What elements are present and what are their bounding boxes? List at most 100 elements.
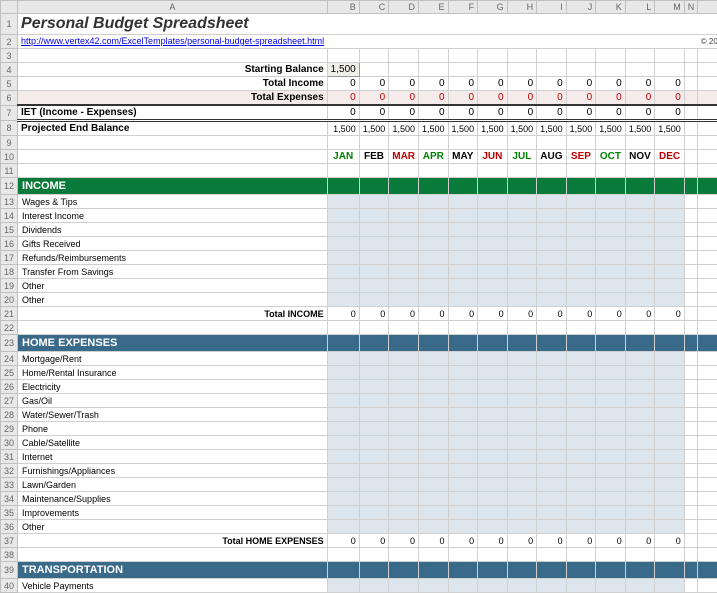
data-cell[interactable] — [448, 265, 478, 279]
data-cell[interactable] — [478, 506, 508, 520]
data-cell[interactable] — [359, 520, 389, 534]
data-cell[interactable] — [448, 223, 478, 237]
data-cell[interactable] — [566, 265, 596, 279]
data-cell[interactable] — [327, 464, 359, 478]
data-cell[interactable] — [655, 279, 685, 293]
data-cell[interactable] — [389, 450, 419, 464]
data-cell[interactable] — [448, 352, 478, 366]
data-cell[interactable] — [507, 380, 537, 394]
data-cell[interactable] — [507, 279, 537, 293]
data-cell[interactable] — [389, 520, 419, 534]
data-cell[interactable] — [419, 251, 449, 265]
data-cell[interactable] — [448, 506, 478, 520]
data-cell[interactable] — [625, 408, 655, 422]
data-cell[interactable] — [566, 394, 596, 408]
data-cell[interactable] — [596, 380, 626, 394]
data-cell[interactable] — [625, 492, 655, 506]
data-cell[interactable] — [389, 279, 419, 293]
data-cell[interactable] — [327, 450, 359, 464]
data-cell[interactable] — [507, 408, 537, 422]
data-cell[interactable] — [655, 265, 685, 279]
data-cell[interactable] — [625, 223, 655, 237]
data-cell[interactable] — [478, 520, 508, 534]
data-cell[interactable] — [389, 380, 419, 394]
data-cell[interactable] — [625, 579, 655, 593]
data-cell[interactable] — [478, 579, 508, 593]
data-cell[interactable] — [448, 408, 478, 422]
data-cell[interactable] — [389, 223, 419, 237]
data-cell[interactable] — [327, 366, 359, 380]
data-cell[interactable] — [625, 380, 655, 394]
data-cell[interactable] — [625, 394, 655, 408]
data-cell[interactable] — [507, 520, 537, 534]
data-cell[interactable] — [478, 223, 508, 237]
data-cell[interactable] — [448, 366, 478, 380]
data-cell[interactable] — [359, 450, 389, 464]
data-cell[interactable] — [507, 422, 537, 436]
data-cell[interactable] — [655, 293, 685, 307]
data-cell[interactable] — [596, 394, 626, 408]
data-cell[interactable] — [566, 195, 596, 209]
data-cell[interactable] — [507, 478, 537, 492]
data-cell[interactable] — [655, 237, 685, 251]
data-cell[interactable] — [596, 195, 626, 209]
data-cell[interactable] — [537, 394, 567, 408]
data-cell[interactable] — [507, 293, 537, 307]
data-cell[interactable] — [596, 293, 626, 307]
data-cell[interactable] — [566, 366, 596, 380]
data-cell[interactable] — [389, 265, 419, 279]
data-cell[interactable] — [655, 394, 685, 408]
data-cell[interactable] — [537, 209, 567, 223]
data-cell[interactable] — [389, 209, 419, 223]
data-cell[interactable] — [419, 380, 449, 394]
data-cell[interactable] — [596, 251, 626, 265]
data-cell[interactable] — [389, 195, 419, 209]
data-cell[interactable] — [448, 195, 478, 209]
data-cell[interactable] — [537, 279, 567, 293]
data-cell[interactable] — [419, 422, 449, 436]
data-cell[interactable] — [655, 223, 685, 237]
data-cell[interactable] — [655, 352, 685, 366]
data-cell[interactable] — [537, 520, 567, 534]
data-cell[interactable] — [478, 251, 508, 265]
data-cell[interactable] — [625, 265, 655, 279]
data-cell[interactable] — [625, 422, 655, 436]
data-cell[interactable] — [478, 195, 508, 209]
data-cell[interactable] — [327, 237, 359, 251]
data-cell[interactable] — [419, 506, 449, 520]
data-cell[interactable] — [537, 366, 567, 380]
data-cell[interactable] — [327, 265, 359, 279]
data-cell[interactable] — [625, 279, 655, 293]
data-cell[interactable] — [507, 394, 537, 408]
data-cell[interactable] — [566, 279, 596, 293]
data-cell[interactable] — [478, 436, 508, 450]
data-cell[interactable] — [655, 506, 685, 520]
data-cell[interactable] — [566, 380, 596, 394]
data-cell[interactable] — [596, 422, 626, 436]
data-cell[interactable] — [389, 366, 419, 380]
data-cell[interactable] — [419, 394, 449, 408]
data-cell[interactable] — [389, 251, 419, 265]
data-cell[interactable] — [625, 478, 655, 492]
data-cell[interactable] — [566, 209, 596, 223]
data-cell[interactable] — [566, 520, 596, 534]
data-cell[interactable] — [596, 408, 626, 422]
data-cell[interactable] — [419, 279, 449, 293]
data-cell[interactable] — [566, 436, 596, 450]
data-cell[interactable] — [537, 237, 567, 251]
data-cell[interactable] — [327, 492, 359, 506]
data-cell[interactable] — [448, 450, 478, 464]
data-cell[interactable] — [419, 366, 449, 380]
source-link[interactable]: http://www.vertex42.com/ExcelTemplates/p… — [18, 35, 328, 49]
data-cell[interactable] — [625, 209, 655, 223]
data-cell[interactable] — [537, 506, 567, 520]
data-cell[interactable] — [655, 195, 685, 209]
data-cell[interactable] — [596, 209, 626, 223]
data-cell[interactable] — [478, 478, 508, 492]
data-cell[interactable] — [359, 265, 389, 279]
data-cell[interactable] — [419, 579, 449, 593]
data-cell[interactable] — [566, 450, 596, 464]
data-cell[interactable] — [359, 408, 389, 422]
data-cell[interactable] — [389, 492, 419, 506]
data-cell[interactable] — [655, 492, 685, 506]
